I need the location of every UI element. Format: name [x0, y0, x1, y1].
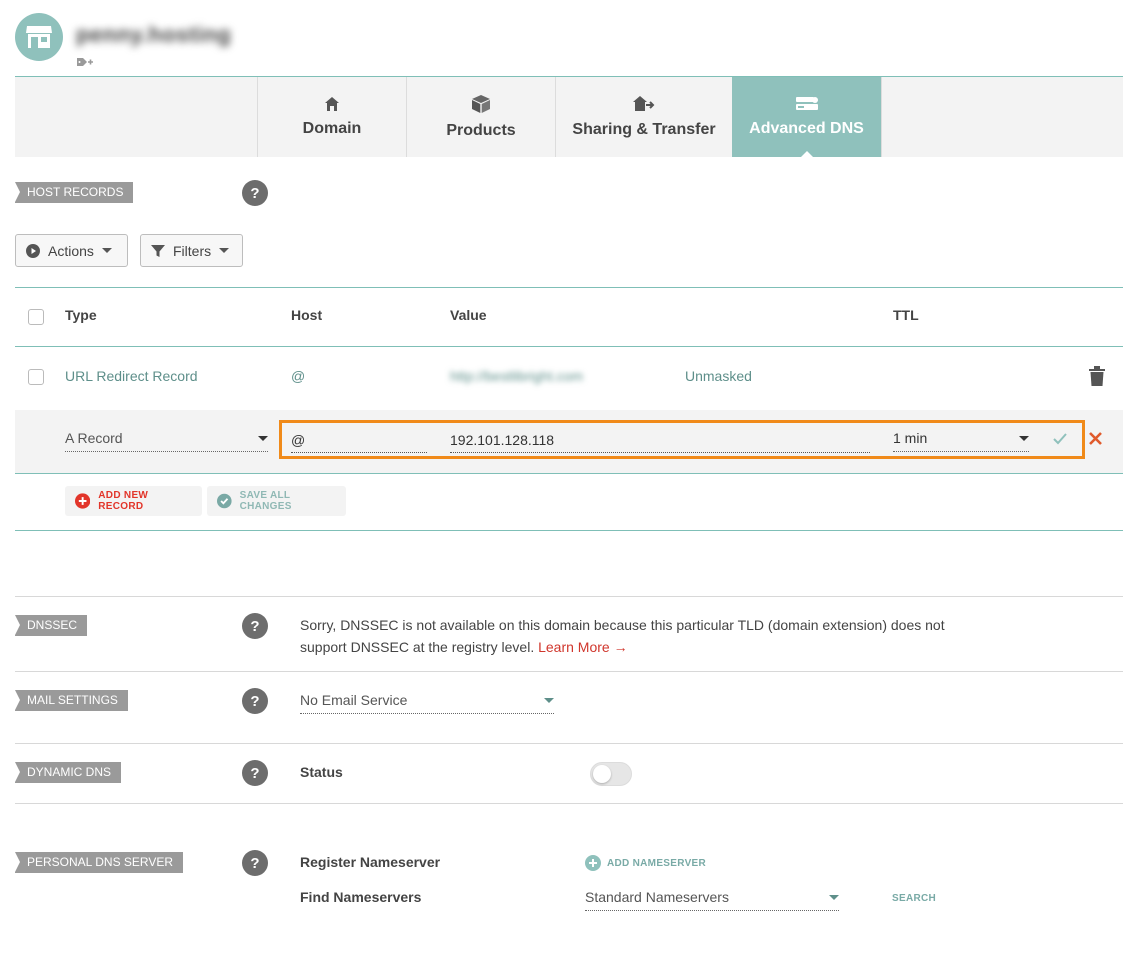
ttl-select[interactable]: 1 min	[893, 430, 1029, 452]
nameserver-type-select[interactable]: Standard Nameservers	[585, 889, 839, 911]
table-top-border	[15, 287, 1123, 288]
chevron-down-icon	[258, 435, 268, 441]
tab-domain[interactable]: Domain	[257, 77, 406, 157]
confirm-check-icon[interactable]	[1053, 432, 1067, 450]
add-new-record-label: ADD NEW RECORD	[98, 490, 149, 512]
server-icon	[795, 97, 818, 110]
help-icon[interactable]: ?	[242, 850, 268, 876]
add-nameserver-label: ADD NAMESERVER	[607, 857, 707, 869]
tab-advanced-dns[interactable]: Advanced DNS	[732, 77, 881, 158]
dynamic-dns-toggle[interactable]	[590, 762, 632, 786]
add-new-record-button[interactable]: ADD NEW RECORD	[65, 486, 202, 516]
tab-label: Advanced DNS	[749, 120, 864, 137]
dnssec-message: Sorry, DNSSEC is not available on this d…	[300, 614, 960, 658]
search-nameservers-button[interactable]: SEARCH	[892, 893, 936, 904]
help-icon[interactable]: ?	[242, 760, 268, 786]
tab-sharing-transfer[interactable]: Sharing & Transfer	[555, 77, 732, 157]
section-border	[15, 530, 1123, 531]
divider	[15, 671, 1123, 672]
help-icon[interactable]: ?	[242, 613, 268, 639]
actions-label: Actions	[48, 242, 94, 259]
section-label-dnssec: DNSSEC	[15, 615, 88, 636]
table-header-border	[15, 346, 1123, 347]
cancel-close-icon[interactable]	[1089, 432, 1102, 450]
filters-button[interactable]: Filters	[140, 234, 243, 267]
select-all-checkbox[interactable]	[28, 309, 44, 325]
find-nameservers-label: Find Nameservers	[300, 889, 422, 905]
box-icon	[472, 95, 490, 113]
section-label-personal-dns-server: PERSONAL DNS SERVER	[15, 852, 184, 873]
chevron-down-icon	[101, 248, 112, 253]
domain-avatar	[15, 13, 63, 61]
column-header-type: Type	[65, 307, 97, 323]
column-header-value: Value	[450, 307, 487, 323]
record-masking[interactable]: Unmasked	[685, 368, 752, 384]
active-tab-indicator	[799, 151, 814, 158]
domain-name: penny.hosting	[76, 22, 232, 47]
column-header-ttl: TTL	[893, 307, 919, 323]
dynamic-dns-status-label: Status	[300, 764, 343, 780]
host-input[interactable]: @	[291, 432, 427, 453]
mail-service-value: No Email Service	[300, 692, 408, 708]
record-type[interactable]: URL Redirect Record	[65, 368, 198, 384]
register-nameserver-label: Register Nameserver	[300, 854, 441, 870]
mail-service-select[interactable]: No Email Service	[300, 692, 554, 714]
help-icon[interactable]: ?	[242, 180, 268, 206]
store-icon	[26, 26, 52, 48]
plus-circle-icon	[585, 855, 601, 871]
tab-label: Domain	[302, 120, 362, 137]
divider	[15, 743, 1123, 744]
toggle-knob	[593, 765, 611, 783]
tab-products[interactable]: Products	[406, 77, 555, 157]
chevron-down-icon	[829, 894, 839, 900]
row-checkbox[interactable]	[28, 369, 44, 385]
trash-icon[interactable]	[1088, 366, 1106, 391]
filters-label: Filters	[173, 242, 212, 259]
divider	[15, 596, 1123, 597]
add-nameserver-button[interactable]: ADD NAMESERVER	[585, 855, 706, 871]
record-type-select[interactable]: A Record	[65, 430, 268, 452]
record-host[interactable]: @	[291, 368, 305, 384]
section-label-host-records: HOST RECORDS	[15, 182, 134, 203]
save-all-changes-label: SAVE ALL CHANGES	[239, 490, 292, 512]
tab-divider	[881, 77, 882, 157]
chevron-down-icon	[544, 697, 554, 703]
chevron-down-icon	[1019, 435, 1029, 441]
domain-tabs: Domain Products Sharing & Transfer Advan…	[15, 76, 1123, 158]
play-circle-icon	[26, 243, 40, 258]
divider	[15, 803, 1123, 804]
check-circle-icon	[217, 493, 232, 509]
learn-more-link[interactable]: Learn More →	[538, 639, 627, 655]
section-label-mail-settings: MAIL SETTINGS	[15, 690, 128, 711]
plus-circle-icon	[75, 493, 91, 509]
record-value[interactable]: http://bestlibright.com	[450, 368, 583, 384]
column-header-host: Host	[291, 307, 323, 323]
actions-button[interactable]: Actions	[15, 234, 128, 267]
nameserver-type-value: Standard Nameservers	[585, 889, 729, 905]
ttl-value: 1 min	[893, 430, 928, 446]
add-tag-icon[interactable]	[76, 56, 94, 74]
section-label-dynamic-dns: DYNAMIC DNS	[15, 762, 122, 783]
home-icon	[325, 97, 339, 111]
value-input[interactable]: 192.101.128.118	[450, 432, 870, 453]
share-home-icon	[633, 96, 655, 111]
table-bottom-border	[15, 473, 1123, 474]
tab-label: Products	[446, 122, 516, 139]
chevron-down-icon	[219, 248, 230, 253]
filter-icon	[151, 244, 165, 257]
save-all-changes-button[interactable]: SAVE ALL CHANGES	[207, 486, 346, 516]
tab-label: Sharing & Transfer	[572, 121, 716, 138]
record-type-value: A Record	[65, 430, 123, 446]
help-icon[interactable]: ?	[242, 688, 268, 714]
